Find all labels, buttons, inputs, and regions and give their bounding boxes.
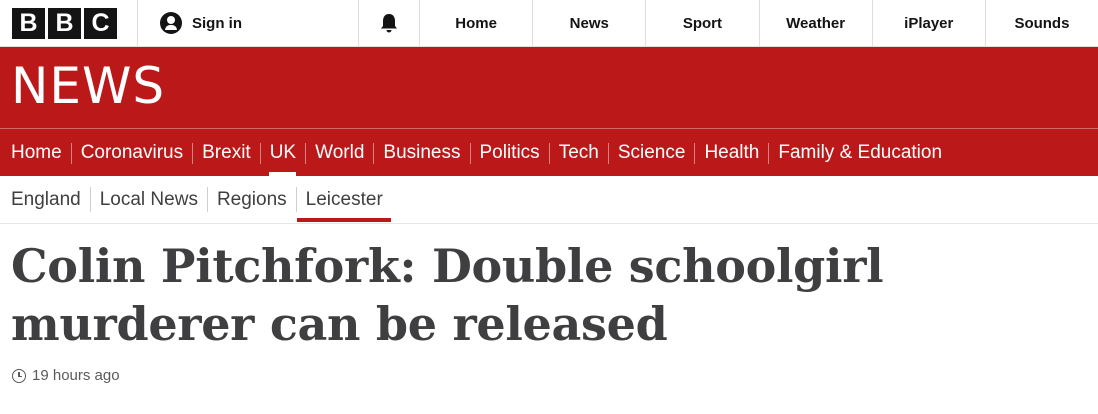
article-headline: Colin Pitchfork: Double schoolgirl murde… <box>11 239 884 351</box>
section-nav-health[interactable]: Health <box>694 129 768 176</box>
section-nav-uk[interactable]: UK <box>259 129 305 176</box>
sub-nav-england[interactable]: England <box>1 176 90 223</box>
global-nav-news[interactable]: News <box>533 0 647 46</box>
global-nav-sport[interactable]: Sport <box>646 0 760 46</box>
logo-letter-c: C <box>84 7 117 39</box>
sub-nav-leicester[interactable]: Leicester <box>295 176 392 223</box>
timestamp-label: 19 hours ago <box>32 367 120 384</box>
news-banner: NEWS <box>0 47 1098 128</box>
sign-in-link[interactable]: Sign in <box>138 0 359 46</box>
global-nav-home[interactable]: Home <box>420 0 534 46</box>
bell-icon <box>381 14 397 33</box>
global-nav-sounds[interactable]: Sounds <box>986 0 1098 46</box>
section-nav-tech[interactable]: Tech <box>548 129 608 176</box>
account-icon <box>160 12 182 34</box>
global-header: B B C Sign in Home News Sport Weather iP… <box>0 0 1098 47</box>
notifications-button[interactable] <box>359 0 420 46</box>
section-nav: Home Coronavirus Brexit UK World Busines… <box>0 128 1098 176</box>
section-nav-family-education[interactable]: Family & Education <box>768 129 951 176</box>
logo-letter-b1: B <box>12 7 45 39</box>
section-nav-world[interactable]: World <box>305 129 373 176</box>
news-logo[interactable]: NEWS <box>11 61 165 111</box>
logo-letter-b2: B <box>48 7 81 39</box>
section-nav-coronavirus[interactable]: Coronavirus <box>70 129 192 176</box>
global-nav-iplayer[interactable]: iPlayer <box>873 0 986 46</box>
article-timestamp: 19 hours ago <box>0 367 1098 384</box>
section-nav-science[interactable]: Science <box>607 129 695 176</box>
section-nav-politics[interactable]: Politics <box>469 129 549 176</box>
section-nav-business[interactable]: Business <box>373 129 469 176</box>
sub-nav-local-news[interactable]: Local News <box>89 176 207 223</box>
sub-nav-regions[interactable]: Regions <box>206 176 296 223</box>
bbc-logo[interactable]: B B C <box>0 0 138 46</box>
section-nav-home[interactable]: Home <box>1 129 71 176</box>
global-nav: Home News Sport Weather iPlayer Sounds <box>420 0 1098 46</box>
global-nav-weather[interactable]: Weather <box>760 0 873 46</box>
clock-icon <box>12 368 26 383</box>
section-nav-brexit[interactable]: Brexit <box>192 129 260 176</box>
sub-nav: England Local News Regions Leicester <box>0 176 1098 224</box>
sign-in-label: Sign in <box>192 14 242 32</box>
